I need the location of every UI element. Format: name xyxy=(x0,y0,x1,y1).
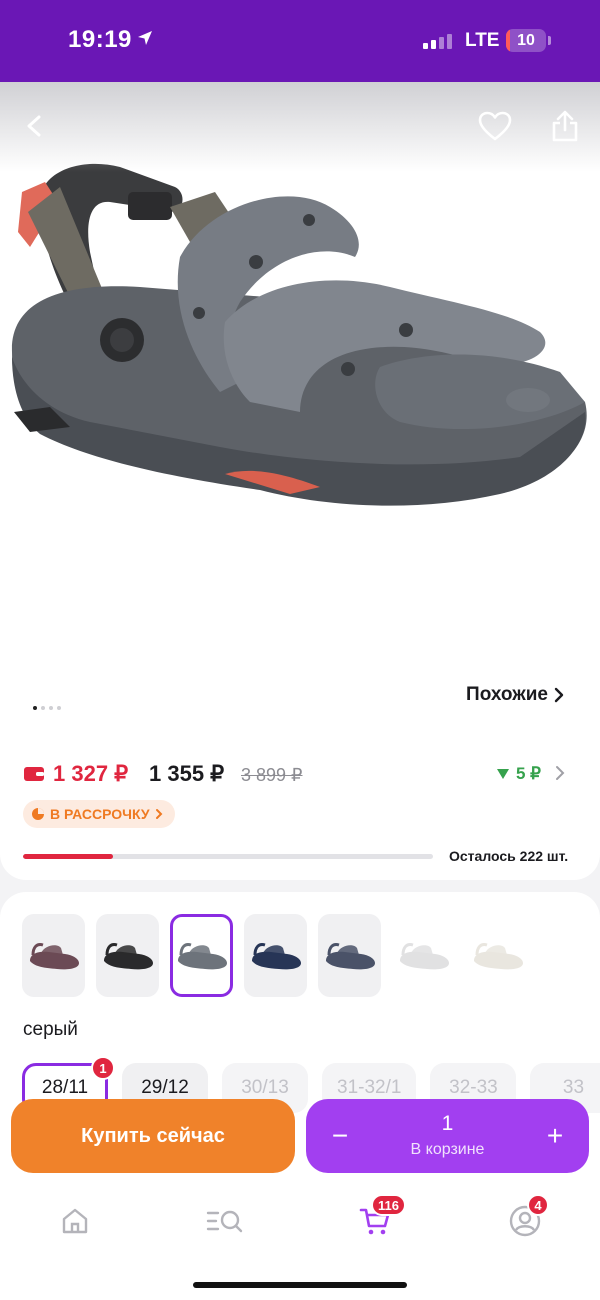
installment-label: В РАССРОЧКУ xyxy=(50,806,150,822)
tab-cart[interactable]: 116 xyxy=(353,1194,406,1241)
back-button[interactable] xyxy=(13,104,57,148)
favorite-button[interactable] xyxy=(473,104,517,148)
color-swatch-sandal-grey[interactable] xyxy=(170,914,233,997)
share-button[interactable] xyxy=(543,104,587,148)
cellular-signal-icon xyxy=(423,34,452,49)
profile-badge: 4 xyxy=(527,1194,549,1216)
catalog-search-icon xyxy=(206,1210,243,1233)
chevron-right-icon[interactable] xyxy=(555,765,565,781)
gallery-dot xyxy=(41,706,45,710)
tab-home[interactable] xyxy=(53,1201,97,1241)
price-card: 1 327 ₽ 1 355 ₽ 3 899 ₽ 5 ₽ В РАССРОЧКУ … xyxy=(0,740,600,880)
sandal-thumbnail-icon xyxy=(399,942,449,969)
size-label: 30/13 xyxy=(241,1077,289,1098)
wallet-price: 1 327 ₽ xyxy=(53,761,129,786)
sandal-thumbnail-icon xyxy=(325,942,375,969)
gallery-dot xyxy=(33,706,37,710)
old-price: 3 899 ₽ xyxy=(241,765,303,785)
bonus-points[interactable]: 5 ₽ xyxy=(496,764,541,784)
location-arrow-icon xyxy=(136,29,154,52)
home-icon xyxy=(62,1208,88,1234)
size-cart-badge: 1 xyxy=(91,1056,115,1080)
sandal-thumbnail-icon xyxy=(473,942,523,969)
share-icon xyxy=(552,110,578,142)
status-time: 19:19 xyxy=(68,26,132,53)
size-label: 28/11 xyxy=(41,1077,89,1098)
color-swatch-sandal-navy[interactable] xyxy=(244,914,307,997)
color-swatch-sandal-black[interactable] xyxy=(96,914,159,997)
sandal-thumbnail-icon xyxy=(177,942,227,969)
tab-profile[interactable]: 4 xyxy=(503,1194,549,1241)
heart-icon xyxy=(478,111,512,141)
status-bar: 19:19 LTE 10 xyxy=(0,0,600,82)
selected-color-name: серый xyxy=(23,1019,78,1040)
increase-quantity-button[interactable]: + xyxy=(543,1121,567,1151)
product-gallery[interactable]: Похожие xyxy=(0,82,600,740)
tab-catalog[interactable] xyxy=(203,1201,247,1241)
color-swatches xyxy=(22,914,529,997)
triangle-down-icon xyxy=(497,769,509,779)
size-label: 33 xyxy=(562,1077,585,1098)
wallet-icon xyxy=(24,767,44,781)
battery-level: 10 xyxy=(517,32,535,49)
home-indicator xyxy=(193,1282,407,1288)
battery-icon: 10 xyxy=(506,29,546,52)
stock-remaining: Осталось 222 шт. xyxy=(449,848,569,864)
pie-chart-icon xyxy=(32,808,44,820)
size-label: 29/12 xyxy=(141,1077,189,1098)
bonus-value: 5 ₽ xyxy=(516,764,541,783)
color-swatch-sandal-slate-orange[interactable] xyxy=(318,914,381,997)
product-image xyxy=(11,163,587,506)
similar-products-link[interactable]: Похожие xyxy=(466,684,564,706)
stock-progress-bar xyxy=(23,854,433,859)
sandal-thumbnail-icon xyxy=(251,942,301,969)
color-swatch-sandal-mauve[interactable] xyxy=(22,914,85,997)
gallery-dot xyxy=(49,706,53,710)
chevron-right-icon xyxy=(155,809,162,819)
sandal-thumbnail-icon xyxy=(29,942,79,969)
sandal-thumbnail-icon xyxy=(103,942,153,969)
gallery-dot xyxy=(57,706,61,710)
size-label: 32-33 xyxy=(449,1077,498,1098)
installment-button[interactable]: В РАССРОЧКУ xyxy=(23,800,175,828)
size-label: 31-32/1 xyxy=(337,1077,402,1098)
color-swatch-sandal-beige[interactable] xyxy=(466,914,529,997)
buy-now-label: Купить сейчас xyxy=(81,1124,225,1147)
cart-quantity-stepper: − 1 В корзине + xyxy=(306,1099,589,1173)
current-price: 1 355 ₽ xyxy=(149,761,225,786)
similar-label: Похожие xyxy=(466,684,548,705)
cart-badge: 116 xyxy=(371,1194,406,1216)
gallery-page-indicator xyxy=(33,706,61,710)
network-type: LTE xyxy=(465,30,500,51)
color-swatch-sandal-light-grey[interactable] xyxy=(392,914,455,997)
buy-now-button[interactable]: Купить сейчас xyxy=(11,1099,295,1173)
chevron-right-icon xyxy=(554,687,564,703)
chevron-left-icon xyxy=(27,115,41,137)
